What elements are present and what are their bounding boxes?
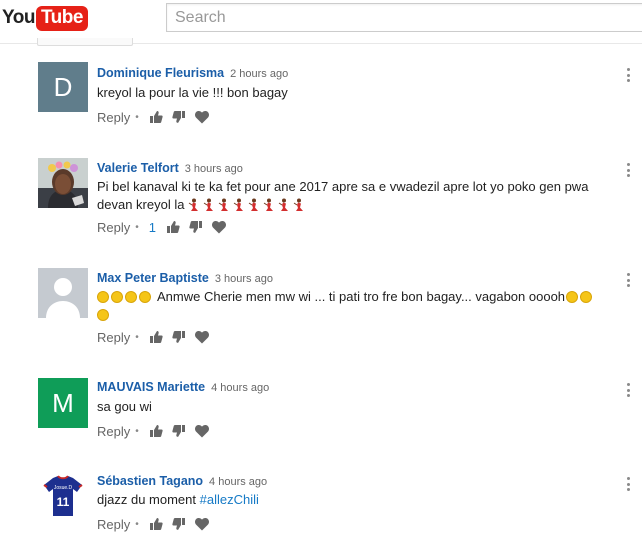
comment-time[interactable]: 4 hours ago	[211, 382, 269, 394]
avatar[interactable]	[38, 268, 88, 318]
reply-button[interactable]: Reply	[97, 517, 130, 532]
comment-time[interactable]: 4 hours ago	[209, 476, 267, 488]
comment-text: djazz du moment #allezChili	[97, 491, 617, 509]
youtube-logo[interactable]: You Tube	[2, 4, 88, 32]
thumbs-up-icon[interactable]	[149, 517, 163, 531]
comment-actions: Reply •	[97, 109, 212, 125]
dancer-emoji	[219, 198, 229, 211]
dancer-emoji	[249, 198, 259, 211]
reply-button[interactable]: Reply	[97, 220, 130, 235]
dancer-emoji-group	[188, 196, 308, 214]
avatar[interactable]	[38, 158, 88, 208]
grinning-emoji	[125, 291, 137, 303]
avatar[interactable]: Josue.D 11	[38, 472, 88, 522]
avatar-letter: M	[52, 387, 74, 418]
thumbs-up-icon[interactable]	[149, 424, 163, 438]
dancer-emoji	[234, 198, 244, 211]
more-options-icon[interactable]	[625, 383, 631, 397]
grinning-emoji	[111, 291, 123, 303]
jersey-name-text: Josue.D	[54, 485, 73, 491]
more-options-icon[interactable]	[625, 163, 631, 177]
laughing-emoji	[97, 309, 109, 321]
thumbs-down-icon[interactable]	[172, 110, 186, 124]
comment-header: Valerie Telfort 3 hours ago	[97, 161, 243, 175]
heart-icon[interactable]	[194, 517, 209, 531]
author-name[interactable]: Max Peter Baptiste	[97, 271, 209, 285]
separator-dot: •	[135, 518, 139, 530]
logo-you-text: You	[2, 7, 35, 28]
comment-time[interactable]: 3 hours ago	[185, 163, 243, 175]
author-name[interactable]: Dominique Fleurisma	[97, 66, 224, 80]
jersey-number-text: 11	[57, 495, 70, 509]
comment-text-line-2-text: devan kreyol la	[97, 197, 185, 212]
comment-text-line-1: Pi bel kanaval ki te ka fet pour ane 201…	[97, 179, 589, 194]
dancer-emoji	[294, 198, 304, 211]
default-person-icon	[38, 268, 88, 318]
comment-text-body: djazz du moment	[97, 492, 196, 507]
partial-button[interactable]	[37, 38, 133, 46]
comment-time[interactable]: 2 hours ago	[230, 68, 288, 80]
dancer-emoji	[204, 198, 214, 211]
thumbs-down-icon[interactable]	[172, 517, 186, 531]
comment-actions: Reply •	[97, 423, 212, 439]
logo-tube-text: Tube	[35, 5, 88, 31]
separator-dot: •	[135, 331, 139, 343]
grinning-emoji	[97, 291, 109, 303]
masthead: You Tube	[0, 0, 642, 46]
reply-button[interactable]: Reply	[97, 424, 130, 439]
separator-dot: •	[135, 111, 139, 123]
more-options-icon[interactable]	[625, 477, 631, 491]
search-input[interactable]	[167, 4, 642, 31]
heart-icon[interactable]	[194, 110, 209, 124]
thumbs-down-icon[interactable]	[189, 220, 203, 234]
more-options-icon[interactable]	[625, 273, 631, 287]
laughing-emoji	[580, 291, 593, 303]
avatar[interactable]: M	[38, 378, 88, 428]
profile-photo-icon	[38, 158, 88, 208]
comment-text: Pi bel kanaval ki te ka fet pour ane 201…	[97, 178, 617, 214]
reply-button[interactable]: Reply	[97, 110, 130, 125]
jersey-icon: Josue.D 11	[38, 472, 88, 522]
comment-header: Dominique Fleurisma 2 hours ago	[97, 66, 288, 80]
heart-icon[interactable]	[212, 220, 226, 234]
author-name[interactable]: Sébastien Tagano	[97, 474, 203, 488]
comment-text: Anmwe Cherie men mw wi ... ti pati tro f…	[97, 288, 617, 324]
separator-dot: •	[135, 221, 139, 233]
dancer-emoji	[189, 198, 199, 211]
comment-actions: Reply • 1	[97, 219, 229, 235]
comment-header: MAUVAIS Mariette 4 hours ago	[97, 380, 269, 394]
thumbs-up-icon[interactable]	[149, 330, 163, 344]
like-count: 1	[148, 219, 156, 235]
avatar-letter: D	[53, 71, 73, 102]
author-name[interactable]: Valerie Telfort	[97, 161, 179, 175]
comment-header: Max Peter Baptiste 3 hours ago	[97, 271, 273, 285]
thumbs-up-icon[interactable]	[166, 220, 180, 234]
thumbs-down-icon[interactable]	[172, 424, 186, 438]
heart-icon[interactable]	[194, 330, 209, 344]
reply-button[interactable]: Reply	[97, 330, 130, 345]
avatar[interactable]: D	[38, 62, 88, 112]
comment-text-line-2: devan kreyol la	[97, 196, 617, 214]
author-name[interactable]: MAUVAIS Mariette	[97, 380, 205, 394]
heart-icon[interactable]	[194, 424, 209, 438]
hashtag-link[interactable]: #allezChili	[200, 492, 259, 507]
thumbs-down-icon[interactable]	[172, 330, 186, 344]
comment-actions: Reply •	[97, 329, 212, 345]
comment-text-body: Anmwe Cherie men mw wi ... ti pati tro f…	[157, 289, 566, 304]
comment-time[interactable]: 3 hours ago	[215, 273, 273, 285]
search-box	[166, 3, 642, 32]
more-options-icon[interactable]	[625, 68, 631, 82]
comment-actions: Reply •	[97, 516, 212, 532]
grinning-emoji	[139, 291, 151, 303]
comment-header: Sébastien Tagano 4 hours ago	[97, 474, 267, 488]
comment-text: sa gou wi	[97, 399, 152, 414]
laughing-emoji	[566, 291, 579, 303]
thumbs-up-icon[interactable]	[149, 110, 163, 124]
separator-dot: •	[135, 425, 139, 437]
dancer-emoji	[264, 198, 274, 211]
comment-text: kreyol la pour la vie !!! bon bagay	[97, 85, 288, 100]
dancer-emoji	[279, 198, 289, 211]
